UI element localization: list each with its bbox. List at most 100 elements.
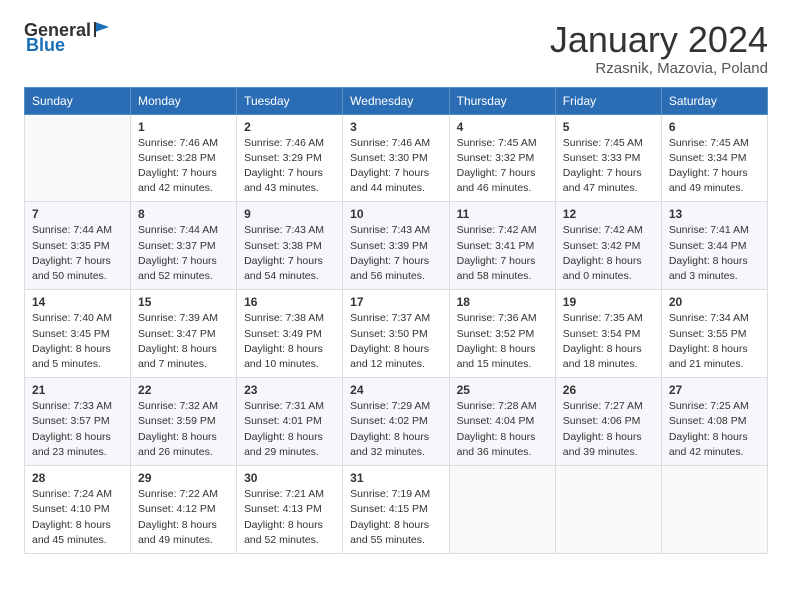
calendar-cell: 11 Sunrise: 7:42 AMSunset: 3:41 PMDayligh… [449, 202, 555, 290]
day-number: 7 [32, 207, 123, 221]
day-detail: Sunrise: 7:46 AMSunset: 3:29 PMDaylight:… [244, 136, 335, 197]
calendar-cell: 25Sunrise: 7:28 AMSunset: 4:04 PMDayligh… [449, 378, 555, 466]
calendar-cell: 13 Sunrise: 7:41 AMSunset: 3:44 PMDayligh… [661, 202, 767, 290]
day-number: 27 [669, 383, 760, 397]
day-number: 13 [669, 207, 760, 221]
calendar-week-row: 14Sunrise: 7:40 AMSunset: 3:45 PMDayligh… [25, 290, 768, 378]
calendar-cell: 5 Sunrise: 7:45 AMSunset: 3:33 PMDaylight… [555, 114, 661, 202]
day-detail: Sunrise: 7:44 AMSunset: 3:35 PMDaylight:… [32, 223, 123, 284]
day-detail: Sunrise: 7:43 AMSunset: 3:39 PMDaylight:… [350, 223, 441, 284]
day-number: 15 [138, 295, 229, 309]
logo-blue: Blue [26, 36, 65, 54]
calendar-cell [25, 114, 131, 202]
calendar-cell: 27 Sunrise: 7:25 AMSunset: 4:08 PMDayligh… [661, 378, 767, 466]
calendar-cell: 16Sunrise: 7:38 AMSunset: 3:49 PMDayligh… [237, 290, 343, 378]
day-detail: Sunrise: 7:42 AMSunset: 3:41 PMDaylight:… [457, 223, 548, 284]
calendar-header-row: SundayMondayTuesdayWednesdayThursdayFrid… [25, 87, 768, 114]
calendar-cell: 9 Sunrise: 7:43 AMSunset: 3:38 PMDaylight… [237, 202, 343, 290]
day-detail: Sunrise: 7:35 AMSunset: 3:54 PMDaylight:… [563, 311, 654, 372]
day-detail: Sunrise: 7:19 AMSunset: 4:15 PMDaylight:… [350, 487, 441, 548]
day-detail: Sunrise: 7:36 AMSunset: 3:52 PMDaylight:… [457, 311, 548, 372]
logo: General Blue [24, 20, 111, 54]
day-number: 4 [457, 120, 548, 134]
day-of-week-header: Sunday [25, 87, 131, 114]
day-detail: Sunrise: 7:46 AMSunset: 3:30 PMDaylight:… [350, 136, 441, 197]
calendar-cell: 1 Sunrise: 7:46 AMSunset: 3:28 PMDaylight… [131, 114, 237, 202]
day-detail: Sunrise: 7:37 AMSunset: 3:50 PMDaylight:… [350, 311, 441, 372]
calendar-cell: 12 Sunrise: 7:42 AMSunset: 3:42 PMDayligh… [555, 202, 661, 290]
day-number: 28 [32, 471, 123, 485]
calendar-cell: 18 Sunrise: 7:36 AMSunset: 3:52 PMDayligh… [449, 290, 555, 378]
calendar-cell: 4 Sunrise: 7:45 AMSunset: 3:32 PMDaylight… [449, 114, 555, 202]
day-number: 12 [563, 207, 654, 221]
calendar-cell: 26Sunrise: 7:27 AMSunset: 4:06 PMDayligh… [555, 378, 661, 466]
day-detail: Sunrise: 7:31 AMSunset: 4:01 PMDaylight:… [244, 399, 335, 460]
calendar-cell: 10 Sunrise: 7:43 AMSunset: 3:39 PMDayligh… [343, 202, 449, 290]
day-number: 14 [32, 295, 123, 309]
calendar-cell: 20 Sunrise: 7:34 AMSunset: 3:55 PMDayligh… [661, 290, 767, 378]
calendar-cell: 2 Sunrise: 7:46 AMSunset: 3:29 PMDaylight… [237, 114, 343, 202]
day-detail: Sunrise: 7:46 AMSunset: 3:28 PMDaylight:… [138, 136, 229, 197]
header: General Blue January 2024 Rzasnik, Mazov… [24, 20, 768, 77]
calendar-week-row: 7 Sunrise: 7:44 AMSunset: 3:35 PMDaylight… [25, 202, 768, 290]
calendar: SundayMondayTuesdayWednesdayThursdayFrid… [24, 87, 768, 554]
day-detail: Sunrise: 7:43 AMSunset: 3:38 PMDaylight:… [244, 223, 335, 284]
day-of-week-header: Tuesday [237, 87, 343, 114]
day-number: 11 [457, 207, 548, 221]
day-detail: Sunrise: 7:24 AMSunset: 4:10 PMDaylight:… [32, 487, 123, 548]
day-number: 5 [563, 120, 654, 134]
calendar-cell: 17Sunrise: 7:37 AMSunset: 3:50 PMDayligh… [343, 290, 449, 378]
day-number: 24 [350, 383, 441, 397]
day-number: 29 [138, 471, 229, 485]
day-detail: Sunrise: 7:33 AMSunset: 3:57 PMDaylight:… [32, 399, 123, 460]
day-number: 3 [350, 120, 441, 134]
location: Rzasnik, Mazovia, Poland [550, 60, 768, 77]
day-number: 19 [563, 295, 654, 309]
day-detail: Sunrise: 7:45 AMSunset: 3:34 PMDaylight:… [669, 136, 760, 197]
day-number: 6 [669, 120, 760, 134]
day-detail: Sunrise: 7:42 AMSunset: 3:42 PMDaylight:… [563, 223, 654, 284]
day-number: 21 [32, 383, 123, 397]
day-number: 22 [138, 383, 229, 397]
day-number: 2 [244, 120, 335, 134]
day-detail: Sunrise: 7:41 AMSunset: 3:44 PMDaylight:… [669, 223, 760, 284]
day-number: 30 [244, 471, 335, 485]
day-of-week-header: Thursday [449, 87, 555, 114]
day-detail: Sunrise: 7:44 AMSunset: 3:37 PMDaylight:… [138, 223, 229, 284]
calendar-cell: 7 Sunrise: 7:44 AMSunset: 3:35 PMDaylight… [25, 202, 131, 290]
day-number: 1 [138, 120, 229, 134]
day-of-week-header: Monday [131, 87, 237, 114]
calendar-cell: 30 Sunrise: 7:21 AMSunset: 4:13 PMDayligh… [237, 466, 343, 554]
day-detail: Sunrise: 7:27 AMSunset: 4:06 PMDaylight:… [563, 399, 654, 460]
day-number: 10 [350, 207, 441, 221]
day-number: 31 [350, 471, 441, 485]
day-of-week-header: Saturday [661, 87, 767, 114]
calendar-cell [449, 466, 555, 554]
day-detail: Sunrise: 7:21 AMSunset: 4:13 PMDaylight:… [244, 487, 335, 548]
calendar-cell: 23 Sunrise: 7:31 AMSunset: 4:01 PMDayligh… [237, 378, 343, 466]
day-detail: Sunrise: 7:32 AMSunset: 3:59 PMDaylight:… [138, 399, 229, 460]
calendar-cell: 6 Sunrise: 7:45 AMSunset: 3:34 PMDaylight… [661, 114, 767, 202]
day-number: 23 [244, 383, 335, 397]
day-of-week-header: Friday [555, 87, 661, 114]
day-detail: Sunrise: 7:34 AMSunset: 3:55 PMDaylight:… [669, 311, 760, 372]
calendar-cell [661, 466, 767, 554]
day-of-week-header: Wednesday [343, 87, 449, 114]
calendar-week-row: 1 Sunrise: 7:46 AMSunset: 3:28 PMDaylight… [25, 114, 768, 202]
day-number: 16 [244, 295, 335, 309]
calendar-cell: 21 Sunrise: 7:33 AMSunset: 3:57 PMDayligh… [25, 378, 131, 466]
day-number: 8 [138, 207, 229, 221]
day-number: 9 [244, 207, 335, 221]
calendar-cell: 24Sunrise: 7:29 AMSunset: 4:02 PMDayligh… [343, 378, 449, 466]
day-detail: Sunrise: 7:39 AMSunset: 3:47 PMDaylight:… [138, 311, 229, 372]
day-detail: Sunrise: 7:45 AMSunset: 3:33 PMDaylight:… [563, 136, 654, 197]
title-block: January 2024 Rzasnik, Mazovia, Poland [550, 20, 768, 77]
month-title: January 2024 [550, 20, 768, 60]
day-detail: Sunrise: 7:45 AMSunset: 3:32 PMDaylight:… [457, 136, 548, 197]
day-number: 25 [457, 383, 548, 397]
day-number: 18 [457, 295, 548, 309]
calendar-cell: 3 Sunrise: 7:46 AMSunset: 3:30 PMDaylight… [343, 114, 449, 202]
calendar-cell: 14Sunrise: 7:40 AMSunset: 3:45 PMDayligh… [25, 290, 131, 378]
day-detail: Sunrise: 7:25 AMSunset: 4:08 PMDaylight:… [669, 399, 760, 460]
day-number: 20 [669, 295, 760, 309]
